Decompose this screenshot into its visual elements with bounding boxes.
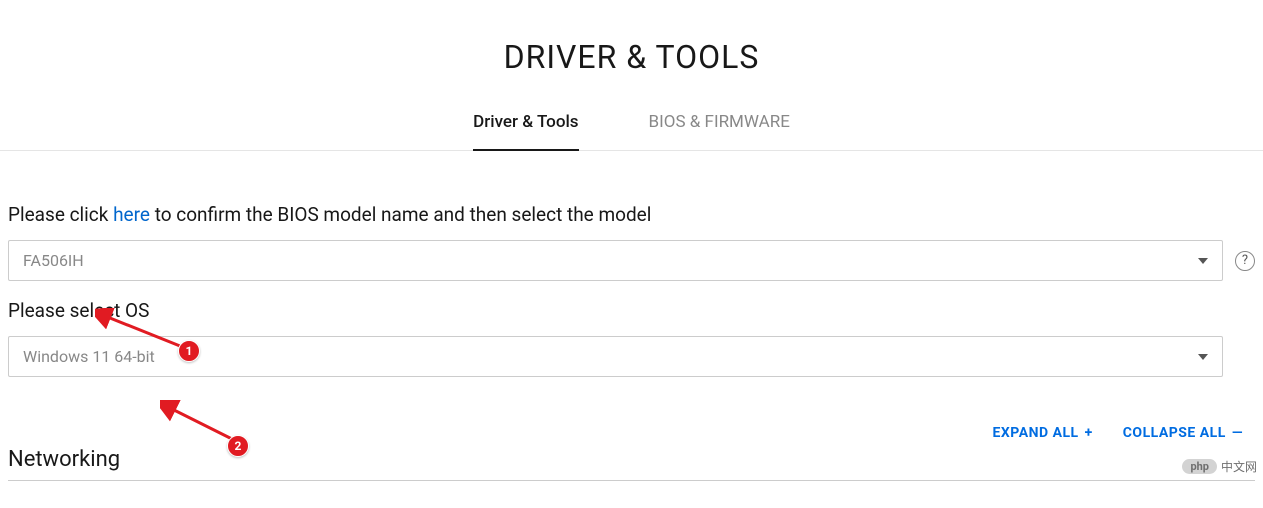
watermark-php: php [1182,459,1217,474]
instruction-prefix: Please click [8,203,113,226]
model-select-value: FA506IH [23,251,84,270]
os-select-value: Windows 11 64-bit [23,347,155,366]
expand-all-button[interactable]: EXPAND ALL + [993,425,1093,441]
os-select[interactable]: Windows 11 64-bit [8,336,1223,377]
page-title: DRIVER & TOOLS [0,38,1263,76]
model-select-row: FA506IH ? [8,240,1255,281]
help-icon[interactable]: ? [1235,251,1255,271]
instruction-suffix: to confirm the BIOS model name and then … [150,203,651,226]
plus-icon: + [1085,425,1093,441]
model-select[interactable]: FA506IH [8,240,1223,281]
model-instruction-text: Please click here to confirm the BIOS mo… [8,203,1255,226]
watermark-cn: 中文网 [1221,458,1257,475]
minus-icon: — [1232,425,1243,441]
expand-collapse-controls: EXPAND ALL + COLLAPSE ALL — [8,425,1255,441]
section-title-networking: Networking [8,447,1255,472]
collapse-all-label: COLLAPSE ALL [1123,425,1226,441]
os-select-row: Windows 11 64-bit [8,336,1255,377]
collapse-all-button[interactable]: COLLAPSE ALL — [1123,425,1243,441]
section-divider [8,480,1255,481]
watermark: php 中文网 [1182,458,1257,475]
expand-all-label: EXPAND ALL [993,425,1079,441]
content-area: Please click here to confirm the BIOS mo… [0,203,1263,481]
tabs-container: Driver & Tools BIOS & FIRMWARE [0,104,1263,151]
chevron-down-icon [1198,258,1208,264]
os-label: Please select OS [8,299,1255,322]
chevron-down-icon [1198,354,1208,360]
instruction-link[interactable]: here [113,203,150,226]
tab-bios-firmware[interactable]: BIOS & FIRMWARE [649,104,790,150]
tab-driver-tools[interactable]: Driver & Tools [473,104,578,150]
